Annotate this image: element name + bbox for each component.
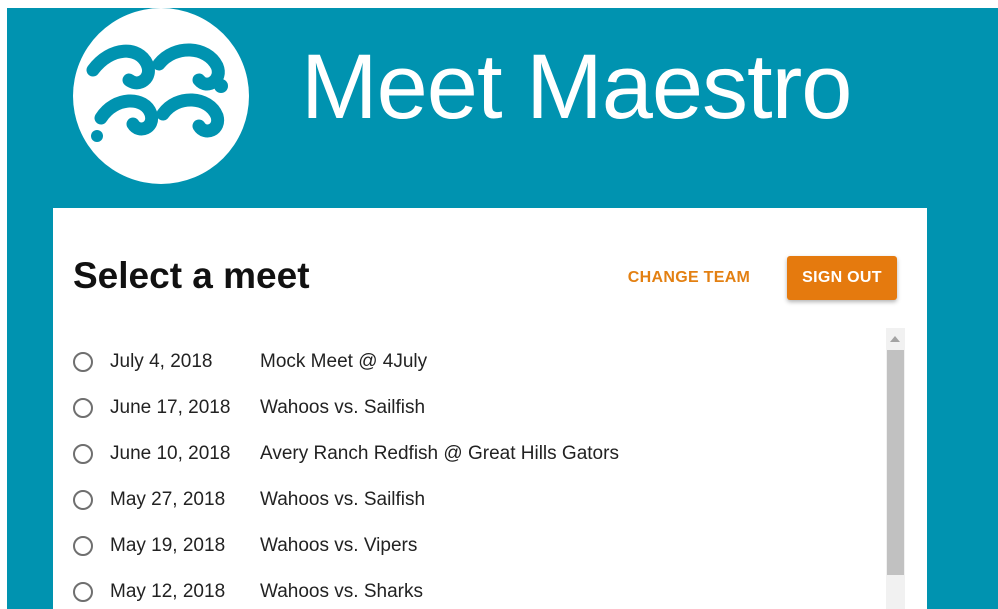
meet-date: June 17, 2018 — [110, 397, 231, 418]
meet-list-item[interactable]: May 12, 2018 Wahoos vs. Sharks — [71, 569, 871, 609]
meet-name: Wahoos vs. Sharks — [260, 581, 423, 602]
page-title: Select a meet — [73, 255, 310, 296]
radio-button[interactable] — [73, 444, 93, 464]
change-team-button[interactable]: CHANGE TEAM — [617, 258, 761, 298]
radio-button[interactable] — [73, 398, 93, 418]
meet-date: July 4, 2018 — [110, 351, 213, 372]
meet-name: Mock Meet @ 4July — [260, 351, 428, 372]
meet-list: July 4, 2018 Mock Meet @ 4July June 17, … — [71, 339, 871, 609]
page: Meet Maestro Select a meet CHANGE TEAM S… — [0, 0, 998, 609]
meet-name: Wahoos vs. Sailfish — [260, 397, 426, 418]
meet-date: June 10, 2018 — [110, 443, 231, 464]
scrollbar-thumb[interactable] — [887, 350, 904, 575]
meet-list-item[interactable]: May 27, 2018 Wahoos vs. Sailfish — [71, 477, 871, 523]
meet-list-item[interactable]: June 17, 2018 Wahoos vs. Sailfish — [71, 385, 871, 431]
radio-button[interactable] — [73, 536, 93, 556]
radio-button[interactable] — [73, 352, 93, 372]
list-scrollbar[interactable] — [886, 328, 905, 609]
meet-date: May 27, 2018 — [110, 489, 226, 510]
meet-selection-card: Select a meet CHANGE TEAM SIGN OUT July … — [53, 208, 927, 609]
meet-date: May 19, 2018 — [110, 535, 226, 556]
meet-name: Wahoos vs. Vipers — [260, 535, 418, 556]
meet-name: Wahoos vs. Sailfish — [260, 489, 426, 510]
meet-list-item[interactable]: June 10, 2018 Avery Ranch Redfish @ Grea… — [71, 431, 871, 477]
meet-list-item[interactable]: July 4, 2018 Mock Meet @ 4July — [71, 339, 871, 385]
meet-date: May 12, 2018 — [110, 581, 226, 602]
meet-name: Avery Ranch Redfish @ Great Hills Gators — [260, 443, 619, 464]
brand-name: Meet Maestro — [301, 36, 852, 138]
radio-button[interactable] — [73, 490, 93, 510]
radio-button[interactable] — [73, 582, 93, 602]
sign-out-button[interactable]: SIGN OUT — [787, 256, 897, 300]
scroll-up-arrow-icon[interactable] — [890, 336, 900, 342]
meet-list-item[interactable]: May 19, 2018 Wahoos vs. Vipers — [71, 523, 871, 569]
wave-logo-icon — [73, 8, 249, 184]
